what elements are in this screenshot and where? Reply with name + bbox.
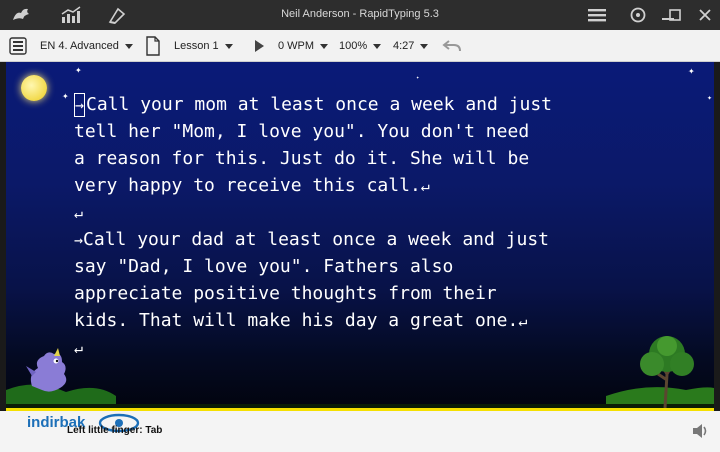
text-line: a reason for this. Just do it. She will … — [74, 145, 694, 172]
text-line-content: Call your dad at least once a week and j… — [83, 229, 550, 250]
timer-dropdown[interactable]: 4:27 — [393, 30, 429, 62]
text-line-content: tell her "Mom, I love you". You don't ne… — [74, 121, 530, 142]
menu-icon[interactable] — [584, 4, 610, 26]
text-line: →Call your dad at least once a week and … — [74, 226, 694, 253]
tree-illustration — [640, 336, 694, 408]
text-line: very happy to receive this call.↵ — [74, 172, 694, 199]
text-cursor-tab-icon: → — [74, 93, 86, 117]
star-icon: ✦ — [707, 95, 713, 102]
text-line: → Call your mom at least once a week and … — [74, 91, 694, 118]
window-title: Neil Anderson - RapidTyping 5.3 — [281, 8, 439, 20]
zoom-value: 100% — [339, 40, 368, 52]
text-line-content: a reason for this. Just do it. She will … — [74, 148, 530, 169]
chevron-down-icon — [320, 43, 329, 49]
typing-stage[interactable]: ✦ ✦ ✦ ✦ ✦ → Call your mom at least once a… — [6, 62, 714, 410]
course-label: EN 4. Advanced — [40, 40, 119, 52]
return-arrow-icon: ↵ — [420, 177, 430, 195]
zoom-dropdown[interactable]: 100% — [339, 30, 382, 62]
star-icon: ✦ — [688, 67, 695, 76]
title-bar: Neil Anderson - RapidTyping 5.3 — [0, 0, 720, 30]
star-icon: ✦ — [75, 66, 82, 75]
text-line-content: Call your mom at least once a week and j… — [86, 94, 553, 115]
undo-icon[interactable] — [442, 30, 462, 62]
text-line: ↵ — [74, 199, 694, 226]
speaker-icon[interactable] — [691, 423, 709, 443]
toolbar: EN 4. Advanced Lesson 1 0 WPM 100% 4:27 — [0, 30, 720, 62]
text-line: kids. That will make his day a great one… — [74, 307, 694, 334]
text-line: say "Dad, I love you". Fathers also — [74, 253, 694, 280]
lesson-label: Lesson 1 — [174, 40, 219, 52]
return-arrow-icon: ↵ — [74, 204, 84, 222]
chevron-down-icon — [124, 43, 133, 49]
help-icon[interactable] — [625, 4, 651, 26]
lesson-dropdown[interactable]: Lesson 1 — [174, 30, 233, 62]
text-line-content: appreciate positive thoughts from their — [74, 283, 497, 304]
lesson-file-icon[interactable] — [145, 30, 161, 62]
maximize-icon[interactable] — [662, 4, 688, 26]
timer-value: 4:27 — [393, 40, 415, 52]
text-line-content: kids. That will make his day a great one… — [74, 310, 519, 331]
chevron-down-icon — [373, 43, 382, 49]
chevron-down-icon — [224, 43, 233, 49]
moon-icon — [21, 75, 47, 101]
star-icon: ✦ — [416, 75, 420, 80]
text-line: ↵ — [74, 334, 694, 361]
speed-value: 0 WPM — [278, 40, 315, 52]
speed-dropdown[interactable]: 0 WPM — [278, 30, 329, 62]
text-line: tell her "Mom, I love you". You don't ne… — [74, 118, 694, 145]
return-arrow-icon: ↵ — [518, 312, 528, 330]
tab-arrow-icon: → — [74, 231, 84, 249]
status-bar: indirbak Left little finger: Tab — [0, 411, 720, 452]
star-icon: ✦ — [62, 92, 69, 101]
grass-ground-illustration — [6, 384, 714, 410]
lesson-text: → Call your mom at least once a week and … — [74, 91, 694, 361]
close-icon[interactable] — [692, 4, 718, 26]
chevron-down-icon — [420, 43, 429, 49]
dragon-mascot-icon — [26, 348, 67, 392]
play-icon[interactable] — [253, 30, 265, 62]
text-line-content: say "Dad, I love you". Fathers also — [74, 256, 454, 277]
course-dropdown[interactable]: EN 4. Advanced — [40, 30, 133, 62]
keyboard-settings-icon[interactable] — [8, 30, 28, 62]
text-line-content: very happy to receive this call. — [74, 175, 421, 196]
text-line: appreciate positive thoughts from their — [74, 280, 694, 307]
finger-hint: Left little finger: Tab — [67, 425, 163, 436]
